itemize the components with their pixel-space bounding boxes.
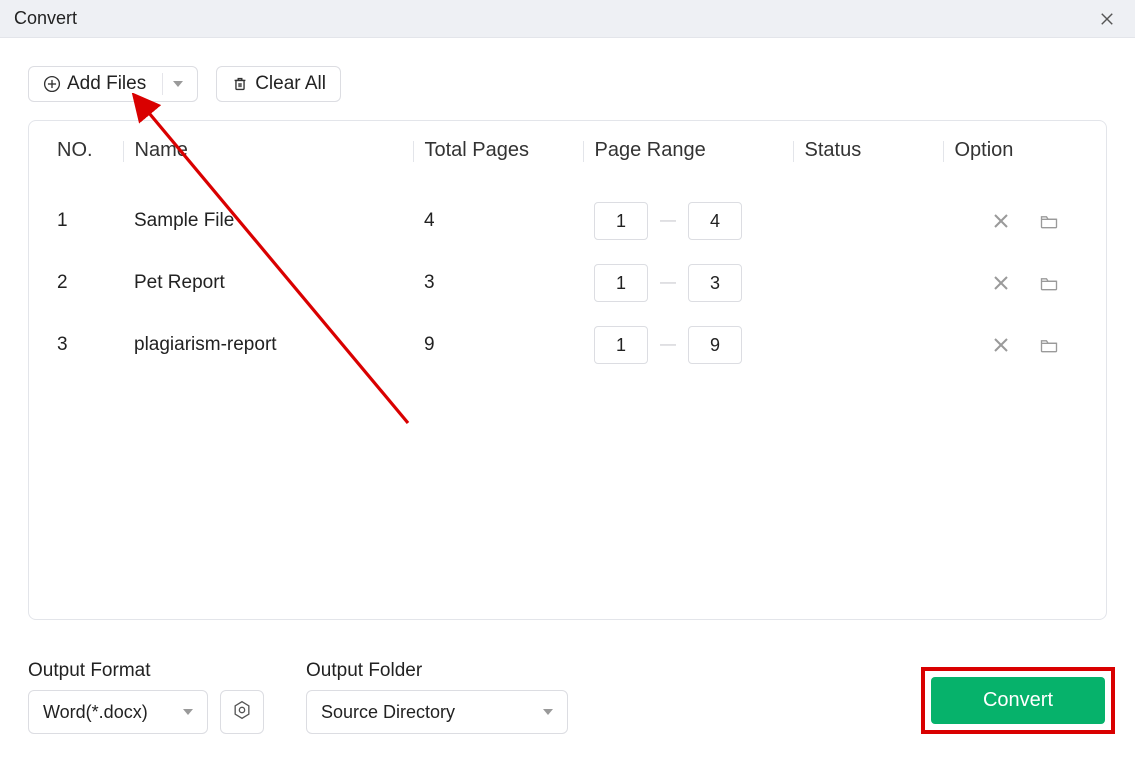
cell-status	[794, 252, 944, 314]
cell-no: 2	[29, 252, 124, 314]
range-dash: —	[660, 212, 676, 230]
clear-all-button[interactable]: Clear All	[216, 66, 341, 102]
gear-icon	[232, 700, 252, 725]
col-header-page-range: Page Range	[584, 121, 794, 190]
convert-button-label: Convert	[983, 689, 1053, 711]
plus-circle-icon	[43, 75, 61, 93]
remove-row-button[interactable]	[990, 272, 1012, 294]
output-format-value: Word(*.docx)	[43, 702, 169, 723]
convert-button[interactable]: Convert	[931, 677, 1105, 724]
page-range-from-input[interactable]	[594, 264, 648, 302]
chevron-down-icon	[543, 709, 553, 715]
col-header-name: Name	[124, 121, 414, 190]
range-dash: —	[660, 274, 676, 292]
output-folder-label: Output Folder	[306, 660, 568, 682]
page-range-to-input[interactable]	[688, 264, 742, 302]
table-row: 3 plagiarism-report 9 —	[29, 314, 1106, 376]
page-range-from-input[interactable]	[594, 202, 648, 240]
page-range-to-input[interactable]	[688, 326, 742, 364]
range-dash: —	[660, 336, 676, 354]
remove-row-button[interactable]	[990, 210, 1012, 232]
cell-status	[794, 314, 944, 376]
file-table: NO. Name Total Pages Page Range Status O…	[28, 120, 1107, 620]
cell-page-range: —	[594, 202, 784, 240]
cell-no: 1	[29, 190, 124, 252]
cell-name: plagiarism-report	[124, 314, 414, 376]
table-row: 1 Sample File 4 —	[29, 190, 1106, 252]
col-header-no: NO.	[29, 121, 124, 190]
col-header-option: Option	[944, 121, 1106, 190]
output-folder-select[interactable]: Source Directory	[306, 690, 568, 734]
trash-icon	[231, 75, 249, 93]
bottom-bar: Output Format Word(*.docx) Output F	[28, 660, 1115, 734]
add-files-button[interactable]: Add Files	[28, 66, 198, 102]
output-format-label: Output Format	[28, 660, 264, 682]
page-range-to-input[interactable]	[688, 202, 742, 240]
page-range-from-input[interactable]	[594, 326, 648, 364]
open-folder-button[interactable]	[1038, 334, 1060, 356]
add-files-label: Add Files	[67, 73, 146, 95]
cell-no: 3	[29, 314, 124, 376]
col-header-total-pages: Total Pages	[414, 121, 584, 190]
cell-total-pages: 9	[414, 314, 584, 376]
settings-button[interactable]	[220, 690, 264, 734]
open-folder-button[interactable]	[1038, 272, 1060, 294]
window-title: Convert	[14, 8, 77, 29]
cell-name: Sample File	[124, 190, 414, 252]
cell-name: Pet Report	[124, 252, 414, 314]
open-folder-button[interactable]	[1038, 210, 1060, 232]
cell-status	[794, 190, 944, 252]
convert-highlight: Convert	[921, 667, 1115, 734]
titlebar: Convert	[0, 0, 1135, 38]
cell-page-range: —	[594, 326, 784, 364]
output-folder-value: Source Directory	[321, 702, 529, 723]
cell-page-range: —	[594, 264, 784, 302]
cell-total-pages: 3	[414, 252, 584, 314]
clear-all-label: Clear All	[255, 73, 326, 95]
toolbar: Add Files Clear All	[28, 66, 1107, 102]
chevron-down-icon	[173, 81, 183, 87]
table-row: 2 Pet Report 3 —	[29, 252, 1106, 314]
col-header-status: Status	[794, 121, 944, 190]
output-format-select[interactable]: Word(*.docx)	[28, 690, 208, 734]
cell-total-pages: 4	[414, 190, 584, 252]
close-icon[interactable]	[1093, 5, 1121, 33]
remove-row-button[interactable]	[990, 334, 1012, 356]
chevron-down-icon	[183, 709, 193, 715]
